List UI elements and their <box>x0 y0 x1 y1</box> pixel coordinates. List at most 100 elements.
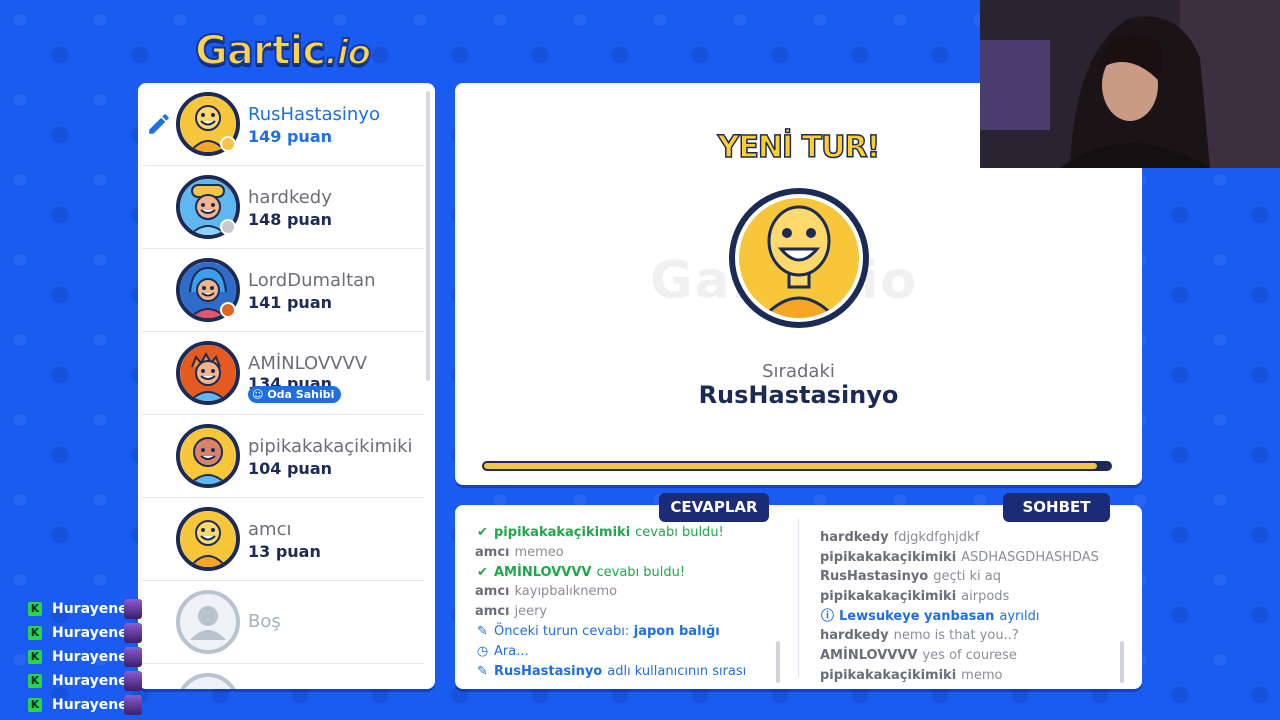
status-dot <box>220 136 236 152</box>
message-user: RusHastasinyo <box>494 663 603 679</box>
player-row[interactable]: RusHastasinyo 149 puan <box>142 83 424 166</box>
stream-chat-user: Hurayene <box>52 625 128 641</box>
kick-badge-icon: K <box>28 698 42 712</box>
message-user: AMİNLOVVVV <box>820 648 918 664</box>
chat-message: pipikakakaçikimiki airpods <box>820 587 1120 607</box>
player-row[interactable]: amcı 13 puan <box>142 498 424 581</box>
message-text: ASDHASGDHASHDAS <box>961 549 1099 565</box>
player-row-empty: Boş <box>142 581 424 664</box>
player-score: 13 puan <box>248 542 321 561</box>
gartic-logo: Gartic.io <box>194 27 385 76</box>
player-row[interactable]: AMİNLOVVVV 134 puan ☺ Oda Sahibi <box>142 332 424 415</box>
stream-chat-user: Hurayene <box>52 697 128 713</box>
check-icon: ✔ <box>477 525 488 540</box>
message-user: pipikakakaçikimiki <box>820 589 957 605</box>
message-user: amcı <box>475 544 510 560</box>
stream-chat-row: K Hurayene <box>28 621 148 645</box>
badge-label: Oda Sahibi <box>267 388 335 401</box>
player-list: RusHastasinyo 149 puan hardkedy 148 puan… <box>138 83 435 689</box>
avatar <box>176 341 240 405</box>
player-name: hardkedy <box>248 187 332 208</box>
pencil-icon <box>149 114 169 134</box>
chat-message: ✔ AMİNLOVVVV cevabı buldu! <box>475 563 785 583</box>
chat-message: AMİNLOVVVV yes of courese <box>820 646 1120 666</box>
message-text: cevabı buldu! <box>596 564 686 580</box>
info-icon: ⓘ <box>820 608 834 624</box>
round-timer-fill <box>482 461 1100 471</box>
stream-chat-row: K Hurayene <box>28 597 148 621</box>
kick-badge-icon: K <box>28 650 42 664</box>
message-text: Ara... <box>494 643 529 659</box>
chat-message: ✎ RusHastasinyo adlı kullanıcının sırası <box>475 662 785 682</box>
emote-icon <box>124 695 142 715</box>
chat-message: ✔ pipikakakaçikimiki cevabı buldu! <box>475 523 785 543</box>
tab-answers[interactable]: CEVAPLAR <box>659 493 769 522</box>
player-row[interactable]: hardkedy 148 puan <box>142 166 424 249</box>
kick-badge-icon: K <box>28 602 42 616</box>
message-text: kayıpbalıknemo <box>514 584 618 600</box>
stream-chat-overlay: K Hurayene K Hurayene K Hurayene K Hurayene K Hur… <box>28 597 148 717</box>
message-user: Lewsukeye yanbasan <box>839 608 995 624</box>
player-row[interactable]: pipikakakaçikimiki 104 puan <box>142 415 424 498</box>
message-text: memo <box>961 667 1003 683</box>
chat-message: amcı jeery <box>475 602 785 622</box>
message-text: fdjgkdfghjdkf <box>893 530 980 545</box>
crown-icon: ☺ <box>252 388 264 401</box>
message-text: adlı kullanıcının sırası <box>607 663 747 679</box>
stream-chat-row: K Hurayene <box>28 645 148 669</box>
stream-chat-row: K Hurayene <box>28 669 148 693</box>
emote-icon <box>124 647 142 667</box>
stream-chat-row: K Hurayene <box>28 693 148 717</box>
status-dot <box>220 302 236 318</box>
chat-message: hardkedy nemo is that you..? <box>820 626 1120 646</box>
clock-icon: ◷ <box>476 643 489 659</box>
user-icon <box>190 606 226 640</box>
chat-message: ⓘ Lewsukeye yanbasan ayrıldı <box>820 607 1120 627</box>
avatar <box>176 507 240 571</box>
player-score: 141 puan <box>248 293 332 312</box>
answers-list: ✔ pipikakakaçikimiki cevabı buldu! amcı meme… <box>475 523 785 681</box>
message-user: pipikakakaçikimiki <box>820 549 957 565</box>
message-user: RusHastasinyo <box>820 569 929 585</box>
kick-badge-icon: K <box>28 674 42 688</box>
player-name: pipikakakaçikimiki <box>248 436 413 457</box>
tab-chat[interactable]: SOHBET <box>1003 493 1110 522</box>
stream-chat-user: Hurayene <box>52 649 128 665</box>
message-text: jeery <box>514 604 548 620</box>
player-name: LordDumaltan <box>248 270 376 291</box>
message-user: AMİNLOVVVV <box>494 564 592 580</box>
stream-chat-user: Hurayene <box>52 673 128 689</box>
player-score: 104 puan <box>248 459 332 478</box>
next-player-name: RusHastasinyo <box>698 381 899 409</box>
chat-message: pipikakakaçikimiki ASDHASGDHASHDAS <box>820 548 1120 568</box>
chat-divider <box>798 519 799 677</box>
chat-message: hardkedy fdjgkdfghjdkf <box>820 528 1120 548</box>
message-user: pipikakakaçikimiki <box>820 667 957 683</box>
chat-list: hardkedy fdjgkdfghjdkf pipikakakaçikimiki A… <box>820 528 1120 686</box>
player-score: 149 puan <box>248 127 332 146</box>
player-row[interactable]: LordDumaltan 141 puan <box>142 249 424 332</box>
player-name: Boş <box>248 611 281 632</box>
player-list-scrollbar[interactable] <box>426 91 430 381</box>
status-dot <box>220 219 236 235</box>
chat-scrollbar[interactable] <box>1120 641 1124 683</box>
message-text: cevabı buldu! <box>635 525 724 540</box>
emote-icon <box>124 599 142 619</box>
pencil-icon: ✎ <box>477 623 488 639</box>
message-text: yes of courese <box>922 648 1017 664</box>
next-player-avatar <box>727 183 871 333</box>
player-name: RusHastasinyo <box>248 104 380 125</box>
pencil-icon: ✎ <box>477 663 488 679</box>
kick-badge-icon: K <box>28 626 42 640</box>
chat-message: ◷ Ara... <box>475 642 785 662</box>
message-text: geçti ki aq <box>933 569 1001 585</box>
chat-panel: CEVAPLAR SOHBET ✔ pipikakakaçikimiki cevab… <box>455 493 1142 689</box>
message-user: amcı <box>475 584 510 600</box>
emote-icon <box>124 623 142 643</box>
player-row-empty <box>142 664 424 689</box>
message-user: pipikakakaçikimiki <box>494 525 631 540</box>
message-text: airpods <box>961 589 1010 605</box>
message-text: nemo is that you..? <box>893 628 1019 644</box>
chat-message: amcı kayıpbalıknemo <box>475 582 785 602</box>
message-text: Önceki turun cevabı: <box>494 623 630 639</box>
